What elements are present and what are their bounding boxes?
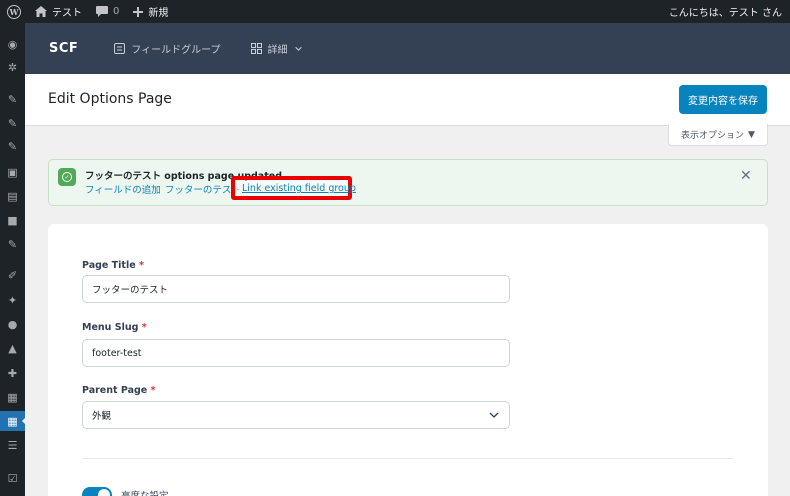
pin-icon[interactable]: ✎ xyxy=(5,92,20,107)
new-label: 新規 xyxy=(148,8,169,19)
greeting: こんにちは、テスト さん xyxy=(668,8,782,19)
nav-more[interactable]: 詳細 xyxy=(250,41,303,56)
my-account-menu[interactable]: こんにちは、テスト さん xyxy=(662,0,790,23)
list-icon[interactable]: ☰ xyxy=(5,438,20,453)
advanced-settings-toggle[interactable] xyxy=(82,487,112,496)
page-header: Edit Options Page 変更内容を保存 xyxy=(25,74,790,126)
media-icon[interactable]: ▣ xyxy=(5,165,20,180)
appearance-icon[interactable]: ✐ xyxy=(5,268,20,283)
close-icon[interactable]: ✕ xyxy=(740,168,752,184)
comments-icon[interactable]: ■ xyxy=(5,213,20,228)
success-notice: ✓ フッターのテスト options page updated フィールドの追加… xyxy=(48,159,768,206)
nav-field-groups[interactable]: フィールドグループ xyxy=(114,41,221,56)
chevron-down-icon xyxy=(294,46,302,51)
pages-icon[interactable]: ▤ xyxy=(5,189,20,204)
admin-sidebar: ◉ ✲ ✎ ✎ ✎ ▣ ▤ ■ ✎ ✐ ✦ ● ▲ ✚ ▦ ▦ ☰ ☑ xyxy=(0,23,26,496)
advanced-settings-label: 高度な設定 xyxy=(121,488,169,496)
pin-icon[interactable]: ✎ xyxy=(5,237,20,252)
page-link[interactable]: フッターのテスト xyxy=(165,182,241,196)
comment-icon xyxy=(96,6,108,17)
add-fields-link[interactable]: フィールドの追加 xyxy=(85,182,161,196)
new-content-menu[interactable]: 新規 xyxy=(126,0,175,23)
checkbox-icon[interactable]: ☑ xyxy=(5,471,20,486)
nav-field-groups-label: フィールドグループ xyxy=(131,45,221,56)
field-groups-icon xyxy=(114,43,126,54)
wordpress-icon: W xyxy=(7,4,21,19)
parent-page-label: Parent Page * xyxy=(82,385,156,396)
notice-links: フィールドの追加 フッターのテスト xyxy=(85,182,241,196)
chevron-down-icon xyxy=(489,412,499,418)
lock-icon[interactable]: ▲ xyxy=(5,341,20,356)
screen-options-toggle[interactable]: 表示オプション ▼ xyxy=(668,124,768,146)
site-name: テスト xyxy=(52,8,82,19)
parent-page-select[interactable]: 外観 xyxy=(82,401,510,429)
site-name-menu[interactable]: テスト xyxy=(28,0,89,23)
pin-icon[interactable]: ✎ xyxy=(5,116,20,131)
screen-options-label: 表示オプション xyxy=(681,131,745,141)
check-icon: ✓ xyxy=(58,168,76,186)
settings-icon[interactable]: ▦ xyxy=(5,390,20,405)
grid-icon xyxy=(250,43,262,54)
tools-icon[interactable]: ✚ xyxy=(5,366,20,381)
settings-gear-icon[interactable]: ✲ xyxy=(5,60,20,75)
menu-slug-label: Menu Slug * xyxy=(82,322,147,333)
scf-logo[interactable]: SCF xyxy=(49,41,78,56)
page-title: Edit Options Page xyxy=(48,91,172,107)
admin-bar: W テスト 0 新規 こんにちは、テスト さん xyxy=(0,0,790,23)
nav-more-label: 詳細 xyxy=(267,45,288,56)
triangle-down-icon: ▼ xyxy=(748,129,755,140)
scf-menu-icon[interactable]: ▦ xyxy=(0,411,26,431)
home-icon xyxy=(35,6,47,17)
wp-logo-menu[interactable]: W xyxy=(0,0,28,23)
page-title-label: Page Title * xyxy=(82,260,144,271)
plus-icon xyxy=(133,6,144,17)
section-divider xyxy=(82,458,733,459)
plugins-icon[interactable]: ✦ xyxy=(5,293,20,308)
pin-icon[interactable]: ✎ xyxy=(5,139,20,154)
comments-menu[interactable]: 0 xyxy=(89,0,126,23)
comments-count: 0 xyxy=(113,6,120,17)
users-icon[interactable]: ● xyxy=(5,317,20,332)
scf-navigation: SCF フィールドグループ 詳細 xyxy=(25,23,790,74)
link-existing-field-group-link[interactable]: Link existing field group xyxy=(242,183,356,194)
menu-slug-input[interactable]: footer-test xyxy=(82,339,510,367)
dashboard-icon[interactable]: ◉ xyxy=(5,37,20,52)
page-title-input[interactable]: フッターのテスト xyxy=(82,275,510,303)
save-changes-button[interactable]: 変更内容を保存 xyxy=(679,85,767,114)
